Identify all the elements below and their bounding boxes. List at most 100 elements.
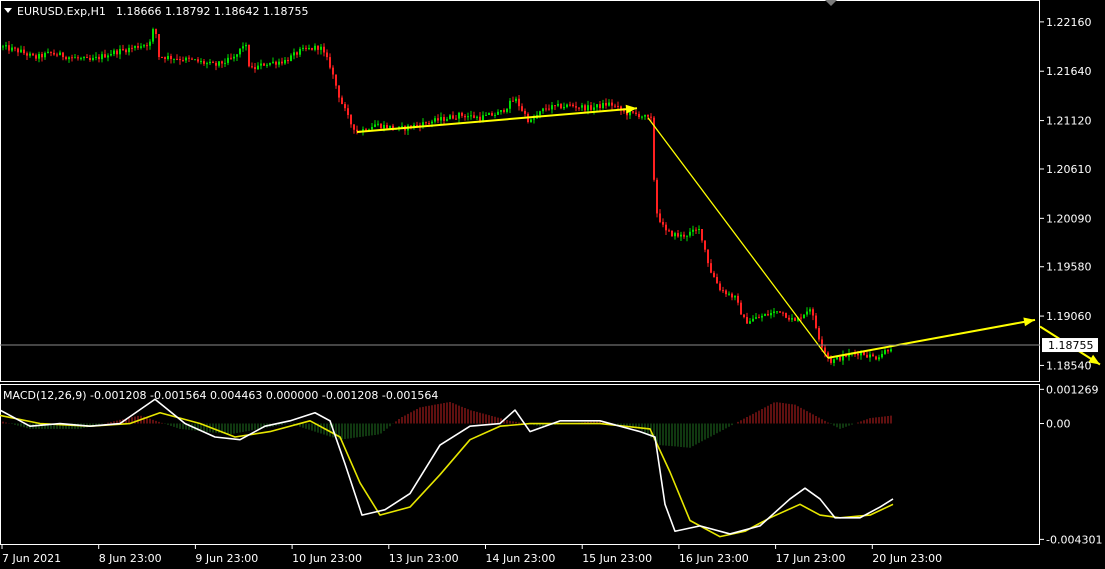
candle-body — [479, 116, 481, 121]
candle-body — [80, 58, 82, 60]
candle-body — [563, 106, 565, 109]
candle-body — [71, 57, 73, 59]
candle-body — [26, 53, 28, 56]
candle-body — [839, 356, 841, 361]
candle-body — [131, 47, 133, 49]
candle-body — [341, 97, 343, 105]
time-tick-label: 17 Jun 23:00 — [776, 552, 846, 565]
macd-tick-label: -0.004301 — [1046, 533, 1102, 546]
candle-body — [104, 54, 106, 58]
time-tick-label: 10 Jun 23:00 — [292, 552, 362, 565]
candle-body — [191, 58, 193, 60]
candle-body — [725, 290, 727, 295]
time-tick-label: 15 Jun 23:00 — [582, 552, 652, 565]
candle-body — [863, 352, 865, 355]
candle-body — [500, 110, 502, 112]
candle-body — [47, 51, 49, 53]
candle-body — [722, 290, 724, 292]
candle-body — [377, 123, 379, 125]
candle-body — [449, 115, 451, 120]
candle-body — [56, 54, 58, 56]
candle-body — [380, 123, 382, 129]
candle-body — [137, 45, 139, 48]
candle-body — [440, 117, 442, 121]
candle-body — [779, 311, 781, 313]
candle-body — [698, 229, 700, 231]
candle-body — [89, 57, 91, 60]
candle-body — [731, 293, 733, 298]
candle-body — [278, 61, 280, 65]
price-tick-label: 1.21640 — [1046, 65, 1092, 78]
candle-body — [506, 108, 508, 112]
price-tick-label: 1.21120 — [1046, 115, 1092, 128]
candle-body — [98, 56, 100, 60]
candle-body — [107, 55, 109, 58]
candle-body — [812, 309, 814, 316]
candle-body — [881, 353, 883, 358]
candle-body — [800, 317, 802, 319]
current-price-label: 1.18755 — [1048, 339, 1094, 352]
candle-body — [503, 110, 505, 112]
candle-body — [416, 124, 418, 126]
candle-body — [707, 249, 709, 264]
candle-body — [383, 124, 385, 129]
candle-body — [788, 317, 790, 320]
candle-body — [557, 103, 559, 106]
candle-body — [524, 110, 526, 114]
candle-body — [197, 59, 199, 62]
macd-tick-label: 0.00 — [1046, 418, 1071, 431]
candle-body — [581, 105, 583, 108]
candle-body — [227, 57, 229, 63]
candle-body — [314, 45, 316, 50]
candle-body — [320, 46, 322, 50]
candle-body — [821, 339, 823, 348]
candle-body — [329, 57, 331, 68]
candle-body — [791, 318, 793, 320]
candle-body — [254, 67, 256, 70]
candle-body — [587, 105, 589, 111]
candle-body — [245, 44, 247, 47]
candle-body — [713, 272, 715, 278]
candle-body — [122, 48, 124, 50]
candle-body — [872, 354, 874, 357]
candle-body — [803, 314, 805, 319]
candle-body — [287, 59, 289, 62]
candle-body — [551, 105, 553, 110]
candle-body — [683, 234, 685, 237]
candle-body — [311, 48, 313, 50]
candle-body — [242, 46, 244, 49]
candle-body — [608, 102, 610, 106]
candle-body — [752, 318, 754, 322]
candle-body — [671, 230, 673, 237]
candle-body — [644, 114, 646, 117]
candle-body — [497, 111, 499, 115]
candle-body — [704, 240, 706, 250]
trading-chart[interactable]: 1.22160 1.21640 1.21120 1.20610 1.20090 1.195… — [0, 0, 1105, 569]
candle-body — [485, 114, 487, 116]
candle-body — [146, 45, 148, 47]
candle-body — [119, 48, 121, 55]
candle-body — [638, 113, 640, 118]
candle-body — [251, 66, 253, 68]
candle-body — [596, 104, 598, 108]
time-tick-label: 9 Jun 23:00 — [195, 552, 258, 565]
candle-body — [161, 57, 163, 59]
candle-body — [641, 116, 643, 118]
candle-body — [857, 353, 859, 356]
candle-body — [176, 58, 178, 60]
candle-body — [539, 111, 541, 116]
candle-body — [332, 67, 334, 75]
candle-body — [602, 102, 604, 109]
candle-body — [401, 126, 403, 128]
candle-body — [512, 100, 514, 102]
candle-body — [236, 54, 238, 57]
candle-body — [140, 46, 142, 48]
price-tick-label: 1.19060 — [1046, 310, 1092, 323]
time-tick-label: 13 Jun 23:00 — [389, 552, 459, 565]
candle-body — [542, 108, 544, 112]
candle-body — [338, 85, 340, 98]
candle-body — [185, 57, 187, 61]
candle-body — [8, 45, 10, 51]
candle-body — [452, 115, 454, 119]
candle-body — [155, 29, 157, 35]
